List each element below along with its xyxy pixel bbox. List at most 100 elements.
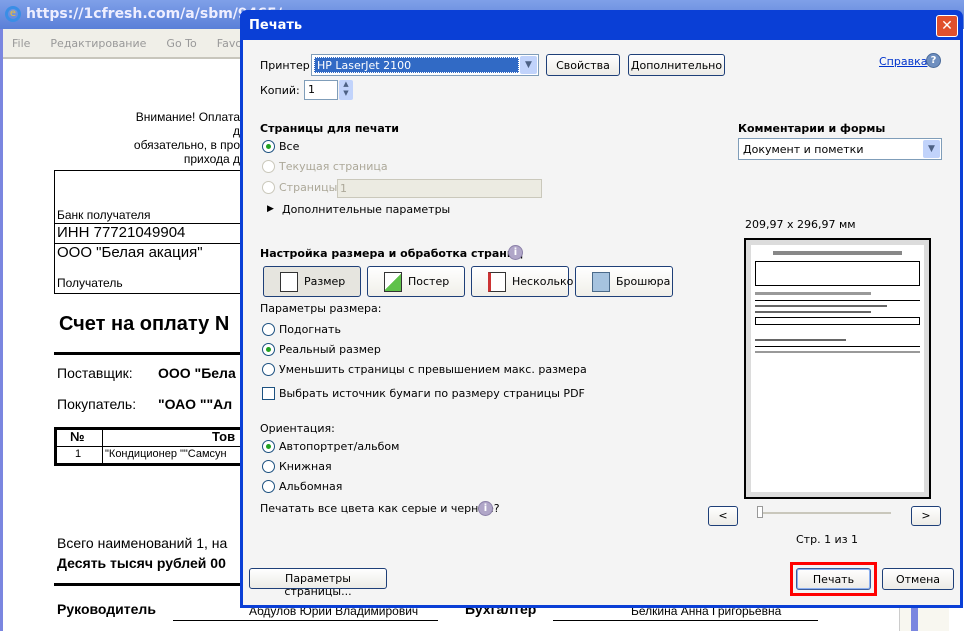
copies-stepper[interactable]: ▲ ▼ bbox=[339, 80, 353, 100]
window-border bbox=[0, 29, 3, 631]
table-cell: "Кондиционер ""Самсун bbox=[105, 448, 227, 460]
resize-icon bbox=[280, 272, 298, 292]
portrait-radio[interactable] bbox=[262, 460, 275, 473]
signature-line bbox=[173, 620, 438, 621]
landscape-label: Альбомная bbox=[279, 480, 343, 493]
multiple-tool-button[interactable]: Несколько bbox=[471, 266, 573, 297]
dialog-title: Печать bbox=[249, 18, 303, 33]
print-button[interactable]: Печать bbox=[796, 568, 871, 590]
fit-radio[interactable] bbox=[262, 323, 275, 336]
printer-value: HP LaserJet 2100 bbox=[314, 57, 519, 73]
size-tool-button[interactable]: Размер bbox=[263, 266, 361, 297]
shrink-label: Уменьшить страницы с превышением макс. р… bbox=[279, 363, 587, 376]
buyer-label: Покупатель: bbox=[57, 396, 137, 412]
pages-range-radio[interactable] bbox=[262, 181, 275, 194]
copies-label: Копий: bbox=[260, 84, 300, 97]
help-link[interactable]: Справка bbox=[879, 55, 927, 68]
recipient-label: Получатель bbox=[57, 276, 123, 290]
orientation-label: Ориентация: bbox=[260, 422, 335, 435]
notice-line: обязательно, в про bbox=[133, 138, 240, 152]
menu-file[interactable]: File bbox=[12, 37, 30, 50]
preview-size: 209,97 x 296,97 мм bbox=[745, 218, 856, 231]
shrink-radio[interactable] bbox=[262, 363, 275, 376]
pages-heading: Страницы для печати bbox=[260, 122, 399, 135]
chevron-down-icon[interactable]: ▼ bbox=[520, 56, 537, 74]
divider bbox=[57, 446, 244, 447]
pages-current-radio[interactable] bbox=[262, 160, 275, 173]
next-page-button[interactable]: > bbox=[911, 506, 941, 526]
pages-range-label: Страницы bbox=[279, 181, 338, 194]
close-button[interactable]: ✕ bbox=[936, 15, 958, 37]
menu-goto[interactable]: Go To bbox=[166, 37, 196, 50]
help-icon[interactable]: ? bbox=[926, 53, 941, 68]
total-words: Десять тысяч рублей 00 bbox=[57, 555, 226, 571]
scrollbar[interactable] bbox=[899, 607, 949, 631]
divider bbox=[54, 583, 244, 586]
buyer-value: "ОАО ""Ал bbox=[158, 396, 233, 412]
notice: Внимание! Оплата д обязательно, в про прих… bbox=[126, 110, 240, 166]
actual-size-label: Реальный размер bbox=[279, 343, 381, 356]
table-header: Тов bbox=[212, 429, 236, 444]
prev-page-button[interactable]: < bbox=[708, 506, 738, 526]
info-icon[interactable]: i bbox=[508, 245, 523, 260]
comments-select[interactable]: Документ и пометки ▼ bbox=[738, 138, 942, 160]
advanced-button[interactable]: Дополнительно bbox=[628, 54, 725, 76]
pages-all-radio[interactable] bbox=[262, 140, 275, 153]
copies-input[interactable]: 1 bbox=[304, 80, 338, 100]
auto-orientation-radio[interactable] bbox=[262, 440, 275, 453]
auto-orientation-label: Автопортрет/альбом bbox=[279, 440, 400, 453]
more-options-toggle[interactable]: Дополнительные параметры bbox=[282, 203, 450, 216]
paper-source-checkbox[interactable] bbox=[262, 387, 275, 400]
print-dialog: Печать ✕ Принтер: HP LaserJet 2100 ▼ Сво… bbox=[240, 10, 963, 608]
menu-edit[interactable]: Редактирование bbox=[50, 37, 146, 50]
ie-icon: e bbox=[5, 6, 21, 22]
pages-range-input[interactable]: 1 bbox=[337, 179, 542, 198]
booklet-icon bbox=[592, 272, 610, 292]
tool-label: Брошюра bbox=[616, 275, 671, 288]
sizing-heading: Настройка размера и обработка страниц bbox=[260, 247, 523, 260]
landscape-radio[interactable] bbox=[262, 480, 275, 493]
notice-line: прихода д bbox=[183, 152, 240, 166]
page-slider[interactable] bbox=[757, 512, 891, 514]
divider bbox=[54, 352, 244, 355]
dialog-body: Принтер: HP LaserJet 2100 ▼ Свойства Доп… bbox=[243, 40, 960, 605]
page-setup-button[interactable]: Параметры страницы... bbox=[249, 568, 387, 598]
preview-page bbox=[751, 245, 924, 492]
supplier-value: ООО "Бела bbox=[158, 365, 236, 381]
size-params-label: Параметры размера: bbox=[260, 302, 382, 315]
tool-label: Размер bbox=[304, 275, 346, 288]
supplier-label: Поставщик: bbox=[57, 365, 133, 381]
cancel-button[interactable]: Отмена bbox=[882, 568, 954, 590]
portrait-label: Книжная bbox=[279, 460, 332, 473]
tool-label: Постер bbox=[408, 275, 450, 288]
expand-triangle-icon[interactable]: ▶ bbox=[267, 204, 274, 214]
bank-label: Банк получателя bbox=[57, 208, 151, 222]
pages-current-label: Текущая страница bbox=[279, 160, 388, 173]
pages-all-label: Все bbox=[279, 140, 300, 153]
actual-size-radio[interactable] bbox=[262, 343, 275, 356]
signature-line bbox=[553, 620, 818, 621]
properties-button[interactable]: Свойства bbox=[546, 54, 620, 76]
booklet-tool-button[interactable]: Брошюра bbox=[575, 266, 673, 297]
total-line: Всего наименований 1, на bbox=[57, 535, 228, 551]
inn: ИНН 77721049904 bbox=[57, 224, 186, 241]
recipient-org: ООО "Белая акация" bbox=[57, 244, 203, 261]
printer-select[interactable]: HP LaserJet 2100 ▼ bbox=[311, 54, 539, 76]
multiple-pages-icon bbox=[488, 272, 506, 292]
poster-tool-button[interactable]: Постер bbox=[367, 266, 465, 297]
invoice-title: Счет на оплату N bbox=[59, 313, 230, 335]
fit-label: Подогнать bbox=[279, 323, 341, 336]
comments-value: Документ и пометки bbox=[743, 143, 864, 156]
chevron-down-icon[interactable]: ▼ bbox=[923, 140, 940, 158]
poster-icon bbox=[384, 272, 402, 292]
info-icon[interactable]: i bbox=[478, 501, 493, 516]
paper-source-label: Выбрать источник бумаги по размеру стран… bbox=[279, 387, 585, 400]
page-indicator: Стр. 1 из 1 bbox=[796, 533, 859, 546]
director-label: Руководитель bbox=[57, 601, 156, 617]
slider-thumb[interactable] bbox=[757, 506, 763, 518]
table-header: № bbox=[70, 429, 85, 444]
grayscale-label: Печатать все цвета как серые и черные? bbox=[260, 502, 500, 515]
notice-line: Внимание! Оплата д bbox=[135, 110, 240, 138]
page-preview bbox=[744, 238, 931, 499]
tool-label: Несколько bbox=[512, 275, 574, 288]
